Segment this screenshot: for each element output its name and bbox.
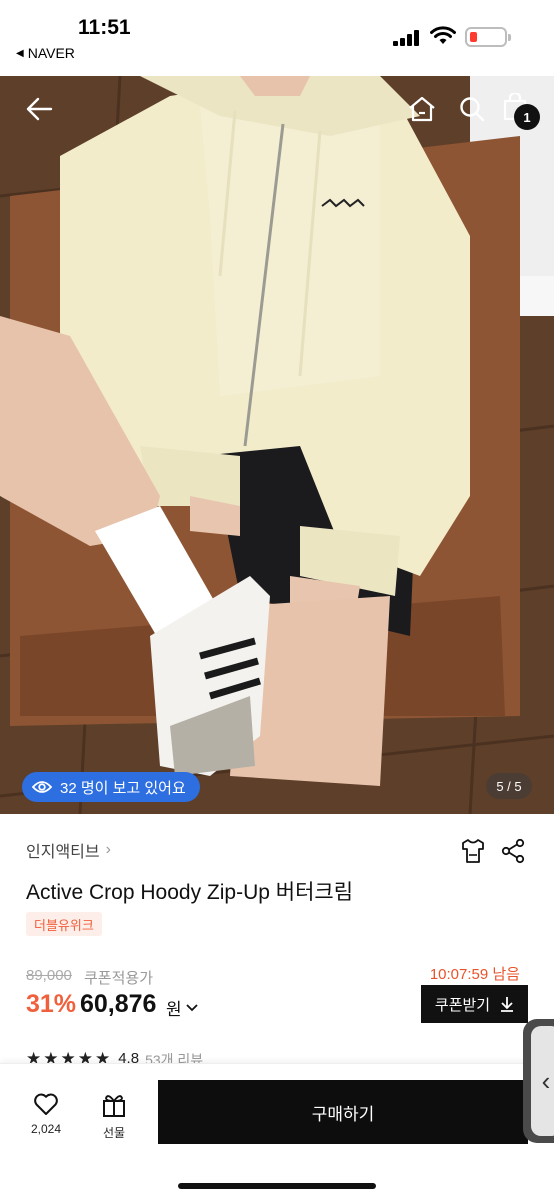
heart-icon — [34, 1093, 58, 1115]
size-guide-icon[interactable] — [458, 836, 488, 866]
cellular-signal-icon — [393, 30, 419, 46]
chevron-left-icon: ‹ — [541, 1065, 551, 1096]
status-bar: 11:51 ◀ NAVER — [0, 0, 554, 76]
viewer-count-badge: 32 명이 보고 있어요 — [22, 772, 200, 802]
gift-button[interactable]: 선물 — [84, 1092, 144, 1141]
like-button[interactable]: 2,024 — [16, 1092, 76, 1136]
product-title: Active Crop Hoody Zip-Up 버터크림 — [26, 881, 354, 904]
currency-unit: 원 — [166, 1000, 182, 1019]
eye-icon — [32, 781, 52, 793]
back-arrow-icon[interactable] — [22, 92, 56, 126]
promo-tag: 더블유위크 — [26, 912, 102, 936]
search-icon[interactable] — [455, 92, 489, 126]
bottom-action-bar: 2,024 선물 구매하기 — [0, 1063, 554, 1200]
wifi-icon — [430, 26, 456, 44]
back-app-label: NAVER — [27, 45, 75, 61]
product-image-carousel[interactable] — [0, 76, 554, 814]
sale-price: 60,876 — [80, 990, 157, 1018]
chevron-right-icon: › — [105, 841, 111, 858]
viewer-text: 32 명이 보고 있어요 — [60, 779, 186, 797]
coupon-button-label: 쿠폰받기 — [434, 996, 491, 1014]
cart-count-badge[interactable]: 1 — [514, 104, 540, 130]
get-coupon-button[interactable]: 쿠폰받기 — [421, 985, 528, 1023]
like-count: 2,024 — [30, 1122, 62, 1136]
original-price: 89,000 — [26, 967, 72, 984]
brand-link[interactable]: 인지액티브 › — [26, 838, 111, 862]
rating-value: 4.8 — [118, 1050, 140, 1064]
home-indicator[interactable] — [178, 1183, 376, 1189]
share-icon[interactable] — [498, 836, 528, 866]
review-count: 53개 리뷰 — [145, 1052, 204, 1064]
home-icon[interactable] — [405, 92, 439, 126]
battery-icon — [465, 27, 511, 47]
product-photo — [0, 76, 554, 814]
rating-summary[interactable]: ★★★★★ 4.8 53개 리뷰 — [26, 1050, 203, 1064]
coupon-price-label: 쿠폰적용가 — [84, 970, 154, 987]
side-panel-handle[interactable]: ‹ — [523, 1019, 554, 1143]
back-triangle-icon: ◀ — [16, 47, 24, 59]
countdown-timer: 10:07:59 남음 — [429, 966, 520, 983]
back-to-app-link[interactable]: ◀ NAVER — [16, 45, 75, 61]
buy-button[interactable]: 구매하기 — [158, 1080, 528, 1144]
star-rating-icon: ★★★★★ — [26, 1050, 113, 1064]
status-time: 11:51 — [78, 16, 131, 39]
discount-rate: 31% — [26, 990, 77, 1018]
chevron-down-icon — [186, 1003, 198, 1011]
gift-label: 선물 — [102, 1126, 126, 1140]
image-page-counter: 5 / 5 — [486, 773, 532, 799]
download-icon — [501, 997, 514, 1012]
gift-icon — [103, 1095, 125, 1117]
brand-name: 인지액티브 — [26, 844, 100, 861]
price-detail-toggle[interactable]: 원 — [166, 995, 198, 1020]
